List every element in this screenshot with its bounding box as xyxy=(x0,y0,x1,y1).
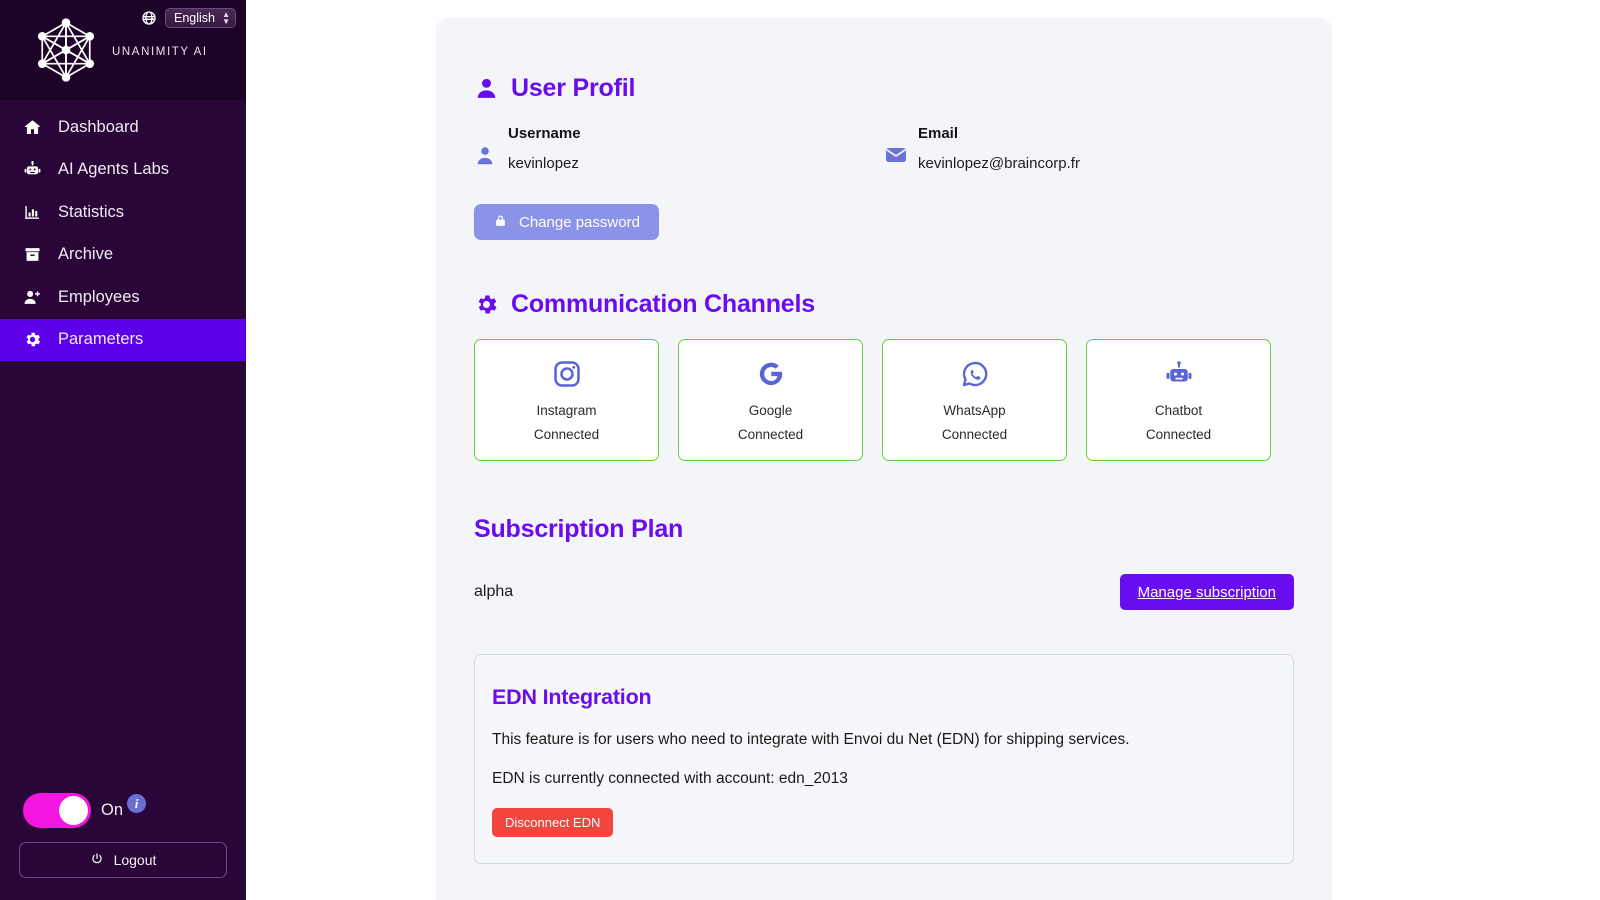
channel-cards: Instagram Connected Google Connected xyxy=(474,339,1294,461)
bar-chart-icon xyxy=(22,202,42,222)
gear-icon xyxy=(22,330,42,350)
channel-name: WhatsApp xyxy=(943,403,1005,418)
profile-fields: Username kevinlopez Email kevinlopez@bra… xyxy=(474,125,1294,172)
home-icon xyxy=(22,117,42,137)
edn-description: This feature is for users who need to in… xyxy=(492,731,1276,749)
settings-panel: User Profil Username kevinlopez xyxy=(436,18,1332,900)
channel-status: Connected xyxy=(738,427,803,442)
network-hexagon-logo-icon xyxy=(30,14,102,86)
sidebar-item-parameters[interactable]: Parameters xyxy=(0,319,246,362)
sidebar-item-employees[interactable]: Employees xyxy=(0,276,246,319)
channel-card-whatsapp[interactable]: WhatsApp Connected xyxy=(882,339,1067,461)
subscription-plan-value: alpha xyxy=(474,583,513,601)
brand-name: UNANIMITY AI xyxy=(112,46,208,58)
sidebar-nav: Dashboard AI Agents Labs xyxy=(0,100,246,361)
envelope-icon xyxy=(884,125,910,167)
sidebar-footer: On i Logout xyxy=(0,775,246,900)
section-title: Subscription Plan xyxy=(474,515,683,544)
brand-logo[interactable]: UNANIMITY AI xyxy=(30,14,208,86)
channel-status: Connected xyxy=(534,427,599,442)
username-label: Username xyxy=(508,125,581,142)
sidebar-item-statistics[interactable]: Statistics xyxy=(0,191,246,234)
sidebar-item-label: Parameters xyxy=(58,330,143,349)
sidebar-item-ai-agents-labs[interactable]: AI Agents Labs xyxy=(0,149,246,192)
instagram-icon xyxy=(552,358,582,390)
manage-subscription-button[interactable]: Manage subscription xyxy=(1120,574,1294,610)
mode-toggle[interactable] xyxy=(23,793,91,828)
user-icon xyxy=(474,76,499,101)
page-title: User Profil xyxy=(511,74,635,103)
archive-icon xyxy=(22,245,42,265)
main-content: User Profil Username kevinlopez xyxy=(246,0,1600,900)
robot-icon xyxy=(22,160,42,180)
communication-channels-title: Communication Channels xyxy=(474,290,1294,319)
sidebar-item-archive[interactable]: Archive xyxy=(0,234,246,277)
robot-icon xyxy=(1164,358,1194,390)
channel-status: Connected xyxy=(1146,427,1211,442)
channel-name: Instagram xyxy=(536,403,596,418)
subscription-plan-title: Subscription Plan xyxy=(474,515,1294,544)
whatsapp-icon xyxy=(960,358,990,390)
edn-integration-card: EDN Integration This feature is for user… xyxy=(474,654,1294,864)
email-label: Email xyxy=(918,125,1080,142)
logout-label: Logout xyxy=(114,852,157,868)
sidebar-header: English ▲▼ xyxy=(0,0,246,100)
channel-name: Chatbot xyxy=(1155,403,1202,418)
sidebar-item-label: Employees xyxy=(58,288,140,307)
chevron-updown-icon: ▲▼ xyxy=(222,11,230,25)
subscription-row: alpha Manage subscription xyxy=(474,574,1294,610)
username-value: kevinlopez xyxy=(508,155,581,172)
user-plus-icon xyxy=(22,287,42,307)
sidebar: English ▲▼ xyxy=(0,0,246,900)
channel-card-chatbot[interactable]: Chatbot Connected xyxy=(1086,339,1271,461)
sidebar-item-label: Dashboard xyxy=(58,118,139,137)
sidebar-item-label: Archive xyxy=(58,245,113,264)
google-g-icon xyxy=(756,358,786,390)
edn-status: EDN is currently connected with account:… xyxy=(492,770,1276,788)
email-field: Email kevinlopez@braincorp.fr xyxy=(884,125,1294,172)
channel-card-instagram[interactable]: Instagram Connected xyxy=(474,339,659,461)
gear-icon xyxy=(474,292,499,317)
app-root: English ▲▼ xyxy=(0,0,1600,900)
user-profile-title: User Profil xyxy=(474,74,1294,103)
mode-toggle-row: On i xyxy=(19,775,227,842)
lock-icon xyxy=(493,213,508,232)
user-icon xyxy=(474,125,500,167)
section-title: Communication Channels xyxy=(511,290,815,319)
info-icon[interactable]: i xyxy=(127,794,146,813)
channel-card-google[interactable]: Google Connected xyxy=(678,339,863,461)
change-password-button[interactable]: Change password xyxy=(474,204,659,240)
power-icon xyxy=(90,852,104,869)
channel-status: Connected xyxy=(942,427,1007,442)
disconnect-edn-button[interactable]: Disconnect EDN xyxy=(492,808,613,837)
username-field: Username kevinlopez xyxy=(474,125,884,172)
change-password-label: Change password xyxy=(519,214,640,231)
toggle-knob xyxy=(59,796,88,825)
channel-name: Google xyxy=(749,403,793,418)
sidebar-item-label: Statistics xyxy=(58,203,124,222)
email-value: kevinlopez@braincorp.fr xyxy=(918,155,1080,172)
logout-button[interactable]: Logout xyxy=(19,842,227,878)
edn-title: EDN Integration xyxy=(492,685,1276,710)
toggle-state-label: On xyxy=(101,801,123,820)
sidebar-item-dashboard[interactable]: Dashboard xyxy=(0,106,246,149)
sidebar-item-label: AI Agents Labs xyxy=(58,160,169,179)
